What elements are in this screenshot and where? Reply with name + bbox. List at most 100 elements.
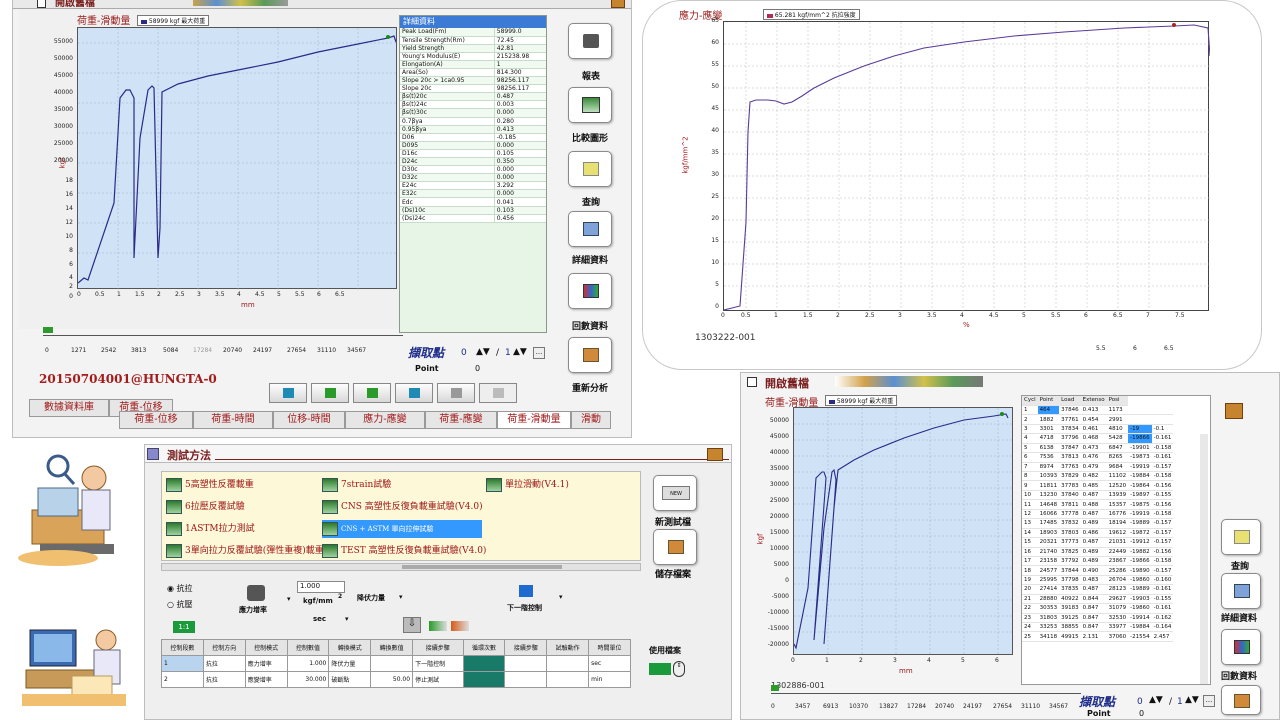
cycle-row[interactable]: 24 33253 38855 0.847 33977 -19884 -0.164 <box>1022 622 1174 633</box>
table-scrollbar[interactable] <box>1200 434 1208 684</box>
method-item-selected[interactable]: CNS + ASTM 單向拉伸試驗 <box>322 520 482 538</box>
method-item[interactable]: 3單向拉力反覆試驗(彈性重複)載重 <box>166 542 324 560</box>
slider-thumb[interactable] <box>43 327 53 333</box>
cycle-row[interactable]: 6 7536 37813 0.476 8265 -19873 -0.161 <box>1022 452 1174 463</box>
tab-load-displacement[interactable]: 荷重-位移 <box>119 411 193 429</box>
cycle-row[interactable]: 7 8974 37763 0.479 9684 -19919 -0.157 <box>1022 462 1174 473</box>
scrollbar-thumb[interactable] <box>402 565 562 569</box>
cycle-row[interactable]: 23 31803 39125 0.847 32530 -19914 -0.162 <box>1022 613 1174 624</box>
grid-cell[interactable]: 應力增率 <box>244 655 288 672</box>
grid-cell[interactable] <box>462 671 506 688</box>
grid-cell[interactable] <box>370 655 414 672</box>
last-record-button[interactable] <box>395 383 433 403</box>
cycle-row[interactable]: 22 30353 39183 0.847 31079 -19860 -0.161 <box>1022 603 1174 614</box>
grid-cell[interactable]: 1.000 <box>286 655 330 672</box>
undo-button[interactable] <box>479 383 517 403</box>
capture-spinner[interactable]: ▲▼ <box>476 347 490 357</box>
grid-cell[interactable]: min <box>588 671 631 688</box>
method-item[interactable]: 單拉滑動(V4.1) <box>486 476 569 494</box>
grid-cell[interactable]: 抗拉 <box>202 655 246 672</box>
compare-chart-button[interactable] <box>568 87 612 123</box>
cycle-row[interactable]: 13 17485 37832 0.489 18194 -19889 -0.157 <box>1022 518 1174 529</box>
cycle-row[interactable]: 4 4718 37796 0.468 5428 -19866 -0.161 <box>1022 433 1174 444</box>
cycle-row[interactable]: 17 23158 37792 0.489 23867 -19866 -0.158 <box>1022 556 1174 567</box>
method-list-scrollbar[interactable] <box>161 563 641 571</box>
cycle-row[interactable]: 10 13230 37840 0.487 13939 -19897 -0.155 <box>1022 490 1174 501</box>
grid-cell[interactable]: 抗拉 <box>202 671 246 688</box>
window-checkbox[interactable] <box>37 0 46 8</box>
add-step-button[interactable] <box>429 621 447 631</box>
next-record-button[interactable] <box>353 383 391 403</box>
grid-cell[interactable] <box>546 655 590 672</box>
prev-record-button[interactable] <box>311 383 349 403</box>
bottom-capture-total-spinner[interactable]: ▲▼ <box>1185 695 1199 705</box>
cycle-row[interactable]: 5 6138 37847 0.473 6847 -19901 -0.158 <box>1022 443 1174 454</box>
grid-cell[interactable]: 2 <box>161 671 204 688</box>
cycle-row[interactable]: 19 25995 37798 0.483 26704 -19860 -0.160 <box>1022 575 1174 586</box>
capture-total-spinner[interactable]: ▲▼ <box>513 347 527 357</box>
tab-slip[interactable]: 滑動 <box>571 411 611 429</box>
toolbar-icons[interactable] <box>193 0 288 6</box>
radio-compression[interactable]: ○ 抗壓 <box>167 599 193 610</box>
save-file-button[interactable] <box>653 529 697 565</box>
bottom-reanalyze-button[interactable] <box>1221 685 1261 715</box>
cycle-row[interactable]: 3 3301 37834 0.461 4810 -19 -0.1 <box>1022 424 1174 435</box>
reanalyze-button[interactable] <box>568 337 612 373</box>
grid-cell[interactable]: 1 <box>161 655 204 672</box>
tab-load-strain[interactable]: 荷重-應變 <box>425 411 497 429</box>
bottom-more-button[interactable]: ... <box>1203 695 1215 707</box>
tab-displacement-time[interactable]: 位移-時間 <box>273 411 345 429</box>
bottom-slider[interactable] <box>771 685 1081 694</box>
grid-cell[interactable] <box>504 655 548 672</box>
query-button[interactable] <box>568 151 612 187</box>
bottom-capture-spinner[interactable]: ▲▼ <box>1149 695 1163 705</box>
load-mode-dropdown[interactable]: ▾ <box>399 593 403 601</box>
grid-cell[interactable]: 50.00 <box>370 671 414 688</box>
use-file-toggle[interactable] <box>649 663 671 675</box>
new-test-button[interactable]: NEW <box>653 475 697 511</box>
cycle-row[interactable]: 1 464 37846 0.413 1173 <box>1022 405 1174 416</box>
cycle-row[interactable]: 16 21740 37825 0.489 22449 -19882 -0.156 <box>1022 547 1174 557</box>
next-control-dropdown[interactable]: ▾ <box>559 593 563 601</box>
grid-cell[interactable] <box>462 655 506 672</box>
arrow-down-button[interactable]: ⇩ <box>403 617 421 633</box>
tab-load-time[interactable]: 荷重-時間 <box>193 411 273 429</box>
cycle-row[interactable]: 20 27414 37835 0.487 28123 -19889 -0.161 <box>1022 584 1174 595</box>
cycle-row[interactable]: 11 14648 37811 0.488 15357 -19875 -0.156 <box>1022 499 1174 510</box>
grid-cell[interactable]: 30.000 <box>286 671 330 688</box>
tab-stress-strain[interactable]: 應力-應變 <box>345 411 425 429</box>
top-slider[interactable] <box>43 327 403 336</box>
remove-step-button[interactable] <box>451 621 469 631</box>
slider-thumb[interactable] <box>771 685 779 691</box>
cycle-row[interactable]: 14 18903 37803 0.486 19612 -19872 -0.157 <box>1022 528 1174 539</box>
cycle-row[interactable]: 12 16066 37778 0.487 16776 -19919 -0.158 <box>1022 509 1174 520</box>
toolbar-icons[interactable] <box>835 376 983 387</box>
grid-cell[interactable]: 降伏力量 <box>328 655 372 672</box>
cycle-row[interactable]: 8 10393 37829 0.482 11102 -19884 -0.158 <box>1022 471 1174 482</box>
cycle-row[interactable]: 25 34118 49915 2.131 37060 -21554 2.457 <box>1022 631 1174 642</box>
cycle-row[interactable]: 2 1882 37761 0.454 2991 <box>1022 414 1174 425</box>
first-record-button[interactable] <box>269 383 307 403</box>
method-item[interactable]: 6拉壓反覆試驗 <box>166 498 245 516</box>
stop-button[interactable] <box>437 383 475 403</box>
method-item[interactable]: 7strain試驗 <box>322 476 391 494</box>
more-button[interactable]: ... <box>533 347 545 359</box>
grid-cell[interactable]: sec <box>588 655 631 672</box>
cycle-row[interactable]: 21 28880 40922 0.844 29627 -19903 -0.155 <box>1022 594 1174 605</box>
cycle-row[interactable]: 9 11811 37783 0.485 12520 -19864 -0.156 <box>1022 480 1174 491</box>
method-item[interactable]: TEST 高塑性反復負載重試驗(V4.0) <box>322 542 487 560</box>
cycle-row[interactable]: 18 24577 37844 0.490 25286 -19890 -0.157 <box>1022 565 1174 576</box>
grid-cell[interactable]: 破斷點 <box>328 671 372 688</box>
grid-cell[interactable] <box>546 671 590 688</box>
grid-cell[interactable]: 下一階控制 <box>412 655 464 672</box>
window-checkbox[interactable] <box>747 377 757 387</box>
bottom-detail-button[interactable] <box>1221 573 1261 609</box>
rate-unit-dropdown[interactable]: ▾ <box>345 615 349 623</box>
report-button[interactable] <box>568 23 612 59</box>
grid-cell[interactable]: 應變增率 <box>244 671 288 688</box>
detail-button[interactable] <box>568 211 612 247</box>
radio-tension[interactable]: ◉ 抗拉 <box>167 583 193 594</box>
cycle-data-button[interactable] <box>568 273 612 309</box>
bottom-query-button[interactable] <box>1221 519 1261 555</box>
tab-load-slip[interactable]: 荷重-滑動量 <box>497 411 571 429</box>
